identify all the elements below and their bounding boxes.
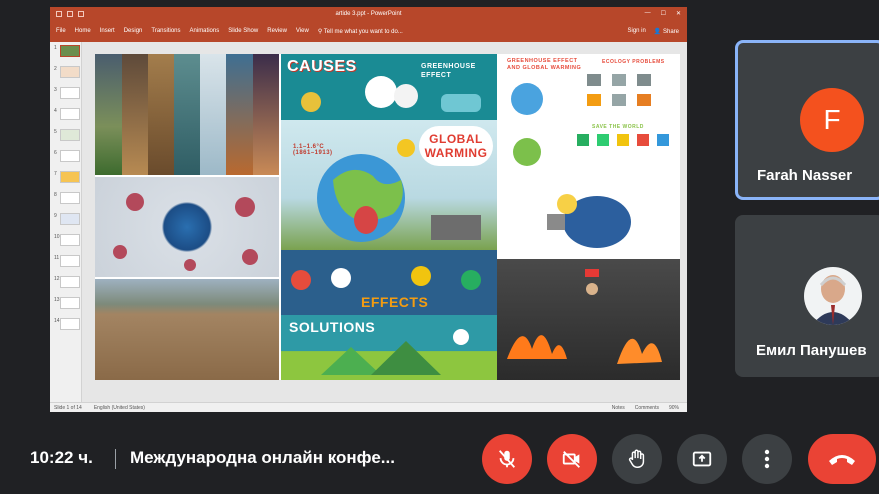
share-button[interactable]: 👤 Share [654,28,679,35]
notes-button[interactable]: Notes [612,405,625,411]
thumbnail-number: 1 [54,45,57,51]
meet-stage: artide 3.ppt - PowerPoint — ☐ ✕ File Hom… [0,0,879,494]
sign-in-link[interactable]: Sign in [627,28,645,35]
window-controls[interactable]: — ☐ ✕ [645,10,681,17]
thumbnail-image [60,213,80,225]
thumbnail-number: 7 [54,171,57,177]
thumbnail-number: 11 [54,255,60,261]
global-warming-label: GLOBAL WARMING [419,126,493,166]
thumbnail-image [60,108,80,120]
ecology-infographic: GREENHOUSE EFFECT AND GLOBAL WARMING ECO… [497,54,680,184]
tab-view[interactable]: View [296,28,309,34]
thumbnail-number: 5 [54,129,57,135]
thumbnail-number: 6 [54,150,57,156]
tab-file[interactable]: File [56,28,66,34]
burning-tyres-image [497,259,680,380]
thumbnail-image [60,129,80,141]
thumbnail-number: 12 [54,276,60,282]
thumbnail-number: 14 [54,318,60,324]
thumbnail-number: 3 [54,87,57,93]
maximize-icon[interactable]: ☐ [661,10,666,17]
hang-up-icon [829,455,855,465]
tab-design[interactable]: Design [124,28,143,34]
participant-tile-farah[interactable]: F Farah Nasser [735,40,879,200]
thumbnail-image [60,234,80,246]
tab-home[interactable]: Home [75,28,91,34]
present-screen-button[interactable] [677,434,727,484]
thumbnail-image [60,150,80,162]
temperature-note: 1.1–1.6°C (1861–1913) [293,144,333,156]
participant-name: Farah Nasser [757,167,853,184]
comments-button[interactable]: Comments [635,405,659,411]
ppt-status-bar: Slide 1 of 14 English (United States) No… [50,402,687,412]
thumbnail-image [60,87,80,99]
language-indicator[interactable]: English (United States) [94,405,145,411]
camera-off-button[interactable] [547,434,597,484]
slide-thumbnail-pane[interactable]: 1 2 3 4 5 6 7 8 9 10 11 12 13 14 [50,42,82,402]
thumbnail-image [60,255,80,267]
tab-animations[interactable]: Animations [190,28,220,34]
mic-off-icon [498,450,516,468]
zoom-level[interactable]: 90% [669,405,679,411]
thumbnail-number: 10 [54,234,60,240]
avatar-initial: F [823,104,841,135]
hand-icon [628,449,645,468]
thumbnail-image [60,45,80,57]
close-icon[interactable]: ✕ [676,10,681,17]
ppt-title-bar: artide 3.ppt - PowerPoint — ☐ ✕ [50,7,687,20]
climate-collage-image [95,54,279,175]
meeting-clock: 10:22 ч. [30,448,93,467]
thumbnail-image [60,66,80,78]
camera-off-icon [562,451,580,468]
thumbnail-number: 9 [54,213,57,219]
participant-tile-emil[interactable]: Емил Панушев [735,215,879,377]
mic-off-button[interactable] [482,434,532,484]
thumbnail-number: 4 [54,108,57,114]
slide-canvas[interactable]: CAUSES GREENHOUSE EFFECT GLOBAL WARMING … [95,54,680,380]
tab-review[interactable]: Review [267,28,287,34]
tab-slide-show[interactable]: Slide Show [228,28,258,34]
thumbnail-image [60,318,80,330]
document-title: artide 3.ppt - PowerPoint [335,10,402,17]
present-icon [692,451,712,467]
more-vert-icon [764,449,770,469]
thumbnail-image [60,171,80,183]
ribbon-tabs: File Home Insert Design Transitions Anim… [50,20,687,42]
slide-counter: Slide 1 of 14 [54,404,82,411]
avatar: F [800,88,864,152]
share-label: Share [662,28,679,35]
tab-insert[interactable]: Insert [100,28,115,34]
solutions-panel: SOLUTIONS [281,315,497,380]
avatar [804,267,862,325]
thumbnail-image [60,192,80,204]
tab-transitions[interactable]: Transitions [151,28,180,34]
solar-lightbulb-image [497,184,680,259]
thumbnail-number: 13 [54,297,60,303]
effects-label: EFFECTS [361,294,429,310]
tell-me-box[interactable]: ⚲ Tell me what you want to do... [318,28,403,35]
thumbnail-image [60,276,80,288]
global-warming-panel: GLOBAL WARMING 1.1–1.6°C (1861–1913) [281,120,497,250]
thumbnail-number: 2 [54,66,57,72]
tell-me-text: Tell me what you want to do... [323,28,403,35]
participant-name: Емил Панушев [756,342,867,359]
leave-call-button[interactable] [808,434,876,484]
raise-hand-button[interactable] [612,434,662,484]
more-options-button[interactable] [742,434,792,484]
meeting-title: Международна онлайн конфе... [130,448,395,467]
divider [115,449,116,469]
thumbnail-image [60,297,80,309]
earth-virus-image [95,177,279,277]
causes-panel: CAUSES GREENHOUSE EFFECT [281,54,497,120]
effects-panel: EFFECTS [281,250,497,315]
minimize-icon[interactable]: — [645,10,651,17]
thumbnail-number: 8 [54,192,57,198]
polluted-river-image [95,279,279,380]
